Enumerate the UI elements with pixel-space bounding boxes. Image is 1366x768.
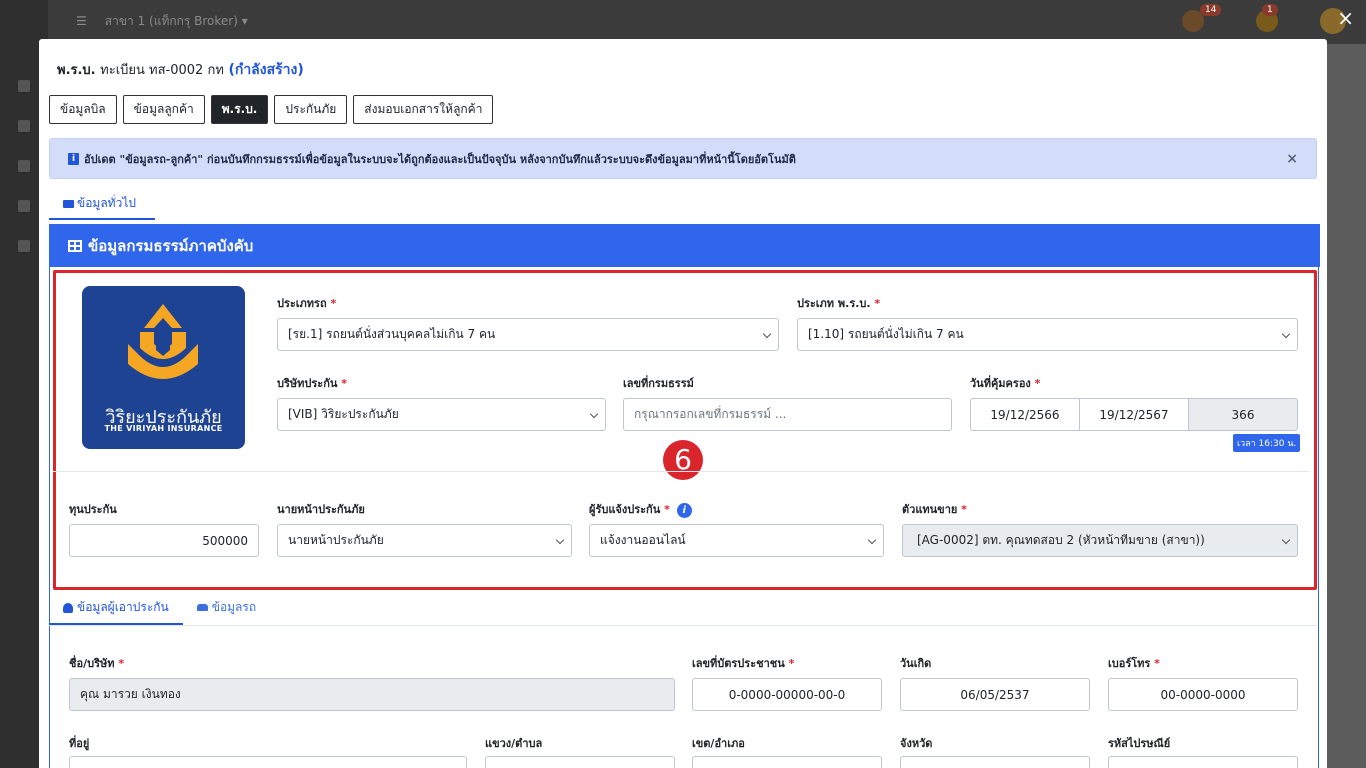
background-badge-1: 14 (1200, 4, 1222, 16)
id-card-label: เลขที่บัตรประชาชน * (692, 657, 795, 670)
table-icon (68, 239, 82, 252)
province-label: จังหวัด (900, 737, 933, 750)
background-badge-2: 1 (1262, 4, 1278, 16)
broker-select[interactable]: นายหน้าประกันภัย (277, 524, 572, 557)
user-icon (63, 602, 73, 613)
name-input[interactable]: คุณ มารวย เงินทอง (69, 678, 675, 711)
insurer-label: บริษัทประกัน * (277, 377, 347, 390)
address-input[interactable] (69, 756, 467, 768)
tab-insurance[interactable]: ประกันภัย (274, 95, 348, 124)
tab-car-info[interactable]: ข้อมูลรถ (183, 591, 270, 625)
coverage-start-input[interactable]: 19/12/2566 (970, 398, 1080, 431)
coverage-days: 366 (1188, 398, 1298, 431)
car-type-label: ประเภทรถ * (277, 297, 337, 310)
car-type-select[interactable]: [รย.1] รถยนต์นั่งส่วนบุคคลไม่เกิน 7 คน (277, 318, 779, 351)
background-branch-selector: ☰ สาขา 1 (แท็กกรุ Broker) ▾ (76, 14, 248, 28)
agent-label: ตัวแทนขาย * (902, 503, 967, 516)
insurer-logo: วิริยะประกันภัย THE VIRIYAH INSURANCE (82, 286, 245, 449)
address-label: ที่อยู่ (69, 737, 90, 750)
sum-insured-input[interactable]: 500000 (69, 524, 259, 557)
district-input[interactable] (692, 756, 882, 768)
section-title: ข้อมูลกรมธรรม์ภาคบังคับ (88, 236, 254, 255)
tab-general-info[interactable]: ข้อมูลทั่วไป (49, 187, 155, 220)
notifier-label: ผู้รับแจ้งประกัน * i (589, 500, 692, 518)
postcode-input[interactable] (1108, 756, 1298, 768)
name-label: ชื่อ/บริษัท * (69, 657, 125, 670)
logo-name-en: THE VIRIYAH INSURANCE (104, 424, 223, 433)
divider (53, 471, 1309, 472)
tab-prb[interactable]: พ.ร.บ. (210, 95, 269, 124)
modal-title: พ.ร.บ. ทะเบียน ทส-0002 กท (กำลังสร้าง) (57, 59, 304, 81)
tab-bill[interactable]: ข้อมูลบิล (49, 95, 117, 124)
title-status: (กำลังสร้าง) (228, 62, 304, 78)
birth-input[interactable]: 06/05/2537 (900, 678, 1090, 711)
district-label: เขต/อำเภอ (692, 737, 745, 750)
chevron-down-icon (867, 535, 877, 545)
title-prefix: พ.ร.บ. (57, 63, 96, 78)
background-side-icon (18, 80, 30, 92)
background-topbar: ☰ สาขา 1 (แท็กกรุ Broker) ▾ 14 1 (0, 0, 1366, 44)
step-number-badge: 6 (663, 440, 703, 480)
background-side-icon (18, 160, 30, 172)
policy-no-input[interactable]: กรุณากรอกเลขที่กรมธรรม์ ... (623, 398, 952, 431)
id-card-icon (63, 199, 74, 208)
insurer-select[interactable]: [VIB] วิริยะประกันภัย (277, 398, 606, 431)
tab-insured-info[interactable]: ข้อมูลผู้เอาประกัน (49, 591, 183, 625)
main-tabs: ข้อมูลบิล ข้อมูลลูกค้า พ.ร.บ. ประกันภัย … (49, 95, 494, 124)
notifier-select[interactable]: แจ้งงานออนไลน์ (589, 524, 884, 557)
policy-no-label: เลขที่กรมธรรม์ (623, 377, 694, 390)
time-badge: เวลา 16:30 น. (1233, 434, 1301, 452)
car-icon (196, 604, 208, 611)
alert-text: อัปเดต "ข้อมูลรถ-ลูกค้า" ก่อนบันทึกกรมธร… (84, 152, 796, 166)
background-side-icon (18, 120, 30, 132)
background-side-icon (18, 240, 30, 252)
coverage-label: วันที่คุ้มครอง * (970, 377, 1041, 390)
chevron-down-icon (555, 535, 565, 545)
background-side-icon (18, 200, 30, 212)
birth-label: วันเกิด (900, 657, 932, 670)
prb-type-label: ประเภท พ.ร.บ. * (797, 297, 881, 310)
sum-insured-label: ทุนประกัน (69, 503, 117, 516)
tabs-underline (49, 625, 1317, 626)
coverage-end-input[interactable]: 19/12/2567 (1079, 398, 1189, 431)
subdistrict-label: แขวง/ตำบล (485, 737, 543, 750)
chevron-down-icon (589, 409, 599, 419)
phone-label: เบอร์โทร * (1108, 657, 1160, 670)
alert-close-icon[interactable]: × (1286, 151, 1298, 167)
phone-input[interactable]: 00-0000-0000 (1108, 678, 1298, 711)
id-card-input[interactable]: 0-0000-00000-00-0 (692, 678, 882, 711)
prb-type-select[interactable]: [1.10] รถยนต์นั่งไม่เกิน 7 คน (797, 318, 1298, 351)
tab-general-info-label: ข้อมูลทั่วไป (77, 196, 136, 210)
title-registration: ทะเบียน ทส-0002 กท (100, 63, 224, 78)
info-icon: i (68, 152, 79, 165)
chevron-down-icon (1281, 329, 1291, 339)
chevron-down-icon (1281, 535, 1291, 545)
broker-label: นายหน้าประกันภัย (277, 503, 365, 516)
agent-select[interactable]: [AG-0002] ตท. คุณทดสอบ 2 (หัวหน้าทีมขาย … (902, 524, 1298, 557)
province-input[interactable] (900, 756, 1090, 768)
insured-tabs: ข้อมูลผู้เอาประกัน ข้อมูลรถ (49, 591, 270, 625)
info-icon[interactable]: i (676, 502, 692, 518)
subdistrict-input[interactable] (485, 756, 675, 768)
tab-customer[interactable]: ข้อมูลลูกค้า (122, 95, 205, 124)
chevron-down-icon (762, 329, 772, 339)
section-header: ข้อมูลกรมธรรม์ภาคบังคับ (50, 224, 1320, 267)
close-icon[interactable]: × (1337, 6, 1354, 30)
tab-insured-info-label: ข้อมูลผู้เอาประกัน (77, 600, 169, 614)
tab-delivery[interactable]: ส่งมอบเอกสารให้ลูกค้า (353, 95, 494, 124)
tab-car-info-label: ข้อมูลรถ (211, 600, 257, 614)
info-alert: i อัปเดต "ข้อมูลรถ-ลูกค้า" ก่อนบันทึกกรม… (49, 138, 1317, 179)
postcode-label: รหัสไปรษณีย์ (1108, 737, 1171, 750)
